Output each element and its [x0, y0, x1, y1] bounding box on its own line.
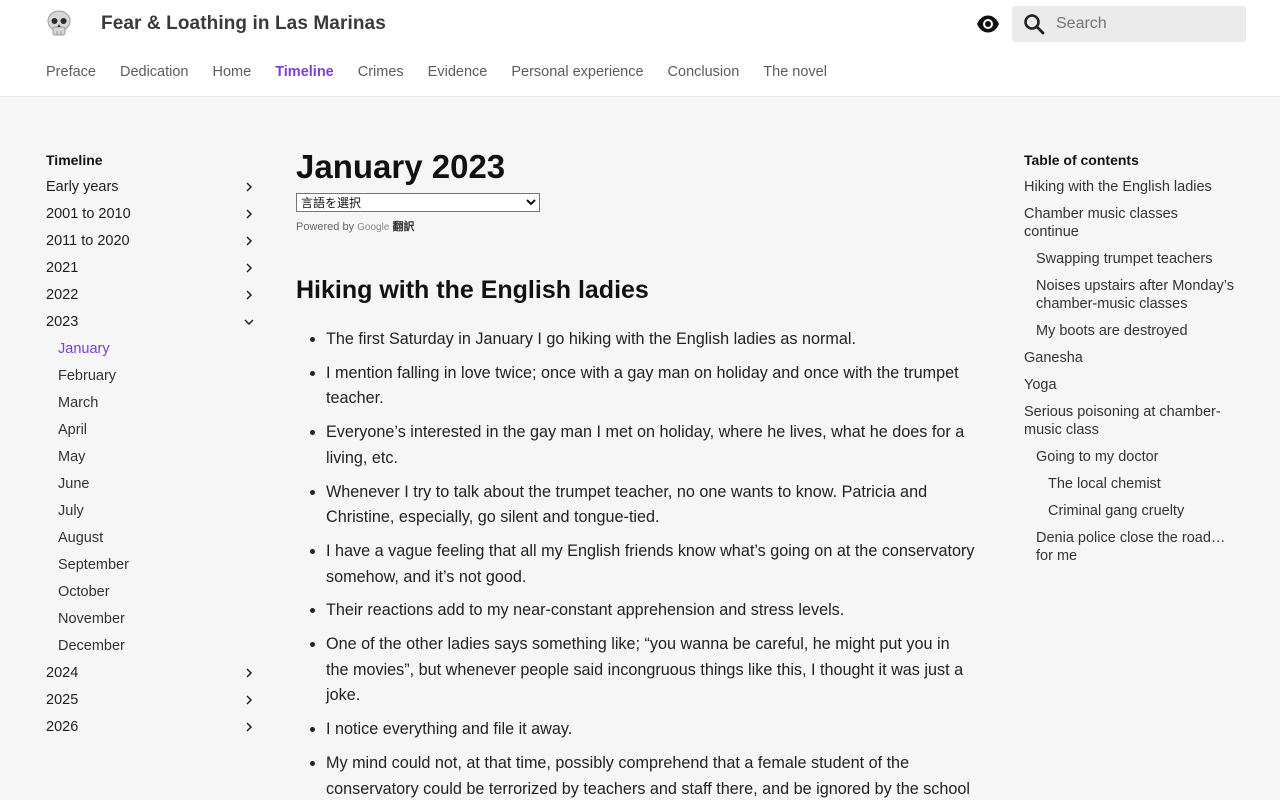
toc-link[interactable]: Noises upstairs after Monday’s chamber-m…: [1024, 277, 1234, 313]
list-item: My mind could not, at that time, possibl…: [326, 751, 976, 800]
list-item: Their reactions add to my near-constant …: [326, 598, 976, 624]
nav-dedication[interactable]: Dedication: [120, 64, 189, 80]
language-select[interactable]: 言語を選択: [296, 193, 540, 212]
page-title: January 2023: [296, 148, 506, 185]
chevron-right-icon[interactable]: [244, 236, 254, 246]
list-item: One of the other ladies says something l…: [326, 632, 976, 709]
timeline-sidebar: Timeline Early years 2001 to 2010 2011 t…: [46, 151, 258, 745]
chevron-right-icon[interactable]: [244, 209, 254, 219]
nav-crimes[interactable]: Crimes: [358, 64, 404, 80]
list-item: I mention falling in love twice; once wi…: [326, 361, 976, 412]
list-item: I have a vague feeling that all my Engli…: [326, 539, 976, 590]
toc-link[interactable]: Yoga: [1024, 376, 1234, 394]
nav-preface[interactable]: Preface: [46, 64, 96, 80]
toc-link[interactable]: Chamber music classes continue: [1024, 205, 1234, 241]
eye-icon[interactable]: [976, 13, 1000, 35]
sidebar-item-2026[interactable]: 2026: [46, 718, 258, 745]
toc-link[interactable]: Hiking with the English ladies: [1024, 178, 1234, 196]
toc-title: Table of contents: [1024, 152, 1139, 168]
table-of-contents: Table of contents Hiking with the Englis…: [1024, 151, 1234, 574]
chevron-right-icon[interactable]: [244, 290, 254, 300]
sidebar-month-november[interactable]: November: [46, 610, 258, 637]
skull-logo-icon[interactable]: [46, 10, 72, 38]
main-nav: Preface Dedication Home Timeline Crimes …: [46, 64, 851, 80]
chevron-right-icon[interactable]: [244, 263, 254, 273]
chevron-right-icon[interactable]: [244, 722, 254, 732]
sidebar-item-label: 2024: [46, 665, 79, 681]
sidebar-item-label: 2011 to 2020: [46, 233, 130, 249]
nav-conclusion[interactable]: Conclusion: [668, 64, 740, 80]
sidebar-item-label: 2021: [46, 260, 79, 276]
toc-link[interactable]: Criminal gang cruelty: [1024, 502, 1234, 520]
nav-the-novel[interactable]: The novel: [763, 64, 827, 80]
translate-link[interactable]: 翻訳: [392, 221, 414, 233]
sidebar-month-april[interactable]: April: [46, 421, 258, 448]
chevron-right-icon[interactable]: [244, 668, 254, 678]
sidebar-month-december[interactable]: December: [46, 637, 258, 664]
toc-link[interactable]: Denia police close the road… for me: [1024, 529, 1234, 565]
chevron-right-icon[interactable]: [244, 695, 254, 705]
toc-link[interactable]: Ganesha: [1024, 349, 1234, 367]
sidebar-item-2011-to-2020[interactable]: 2011 to 2020: [46, 232, 258, 259]
toc-link[interactable]: Serious poisoning at chamber-music class: [1024, 403, 1234, 439]
sidebar-month-january[interactable]: January: [46, 340, 258, 367]
sidebar-month-september[interactable]: September: [46, 556, 258, 583]
sidebar-item-label: 2001 to 2010: [46, 206, 131, 222]
sidebar-month-march[interactable]: March: [46, 394, 258, 421]
google-translate-attribution: Powered by Google 翻訳: [296, 218, 414, 234]
sidebar-item-label: 2026: [46, 719, 79, 735]
sidebar-month-june[interactable]: June: [46, 475, 258, 502]
list-item: I notice everything and file it away.: [326, 717, 976, 743]
sidebar-item-2025[interactable]: 2025: [46, 691, 258, 718]
sidebar-month-october[interactable]: October: [46, 583, 258, 610]
powered-by-label: Powered by: [296, 221, 355, 233]
sidebar-item-2021[interactable]: 2021: [46, 259, 258, 286]
google-logo[interactable]: Google: [357, 222, 389, 233]
list-item: Whenever I try to talk about the trumpet…: [326, 480, 976, 531]
sidebar-month-february[interactable]: February: [46, 367, 258, 394]
sidebar-month-july[interactable]: July: [46, 502, 258, 529]
sidebar-month-may[interactable]: May: [46, 448, 258, 475]
sidebar-item-2001-to-2010[interactable]: 2001 to 2010: [46, 205, 258, 232]
search-input[interactable]: [1056, 6, 1242, 42]
chevron-down-icon[interactable]: [244, 317, 254, 327]
chevron-right-icon[interactable]: [244, 182, 254, 192]
sidebar-item-label: Early years: [46, 179, 119, 195]
sidebar-item-label: 2022: [46, 287, 79, 303]
toc-link[interactable]: The local chemist: [1024, 475, 1234, 493]
sidebar-item-2022[interactable]: 2022: [46, 286, 258, 313]
toc-link[interactable]: Swapping trumpet teachers: [1024, 250, 1234, 268]
list-item: The first Saturday in January I go hikin…: [326, 327, 976, 353]
toc-link[interactable]: Going to my doctor: [1024, 448, 1234, 466]
sidebar-item-label: 2023: [46, 314, 79, 330]
sidebar-item-label: 2025: [46, 692, 79, 708]
search-box[interactable]: [1012, 6, 1246, 42]
nav-home[interactable]: Home: [213, 64, 252, 80]
toc-link[interactable]: My boots are destroyed: [1024, 322, 1234, 340]
sidebar-item-2023[interactable]: 2023: [46, 313, 258, 340]
sidebar-title[interactable]: Timeline: [46, 151, 258, 178]
sidebar-item-2024[interactable]: 2024: [46, 664, 258, 691]
nav-evidence[interactable]: Evidence: [428, 64, 488, 80]
site-title[interactable]: Fear & Loathing in Las Marinas: [101, 13, 386, 35]
nav-personal-experience[interactable]: Personal experience: [511, 64, 643, 80]
sidebar-month-august[interactable]: August: [46, 529, 258, 556]
bullet-list: The first Saturday in January I go hikin…: [326, 327, 976, 800]
section-heading: Hiking with the English ladies: [296, 276, 649, 304]
nav-timeline[interactable]: Timeline: [275, 64, 334, 80]
search-icon: [1024, 14, 1045, 35]
list-item: Everyone’s interested in the gay man I m…: [326, 420, 976, 471]
sidebar-item-early-years[interactable]: Early years: [46, 178, 258, 205]
site-header: Fear & Loathing in Las Marinas Preface D…: [0, 0, 1280, 97]
